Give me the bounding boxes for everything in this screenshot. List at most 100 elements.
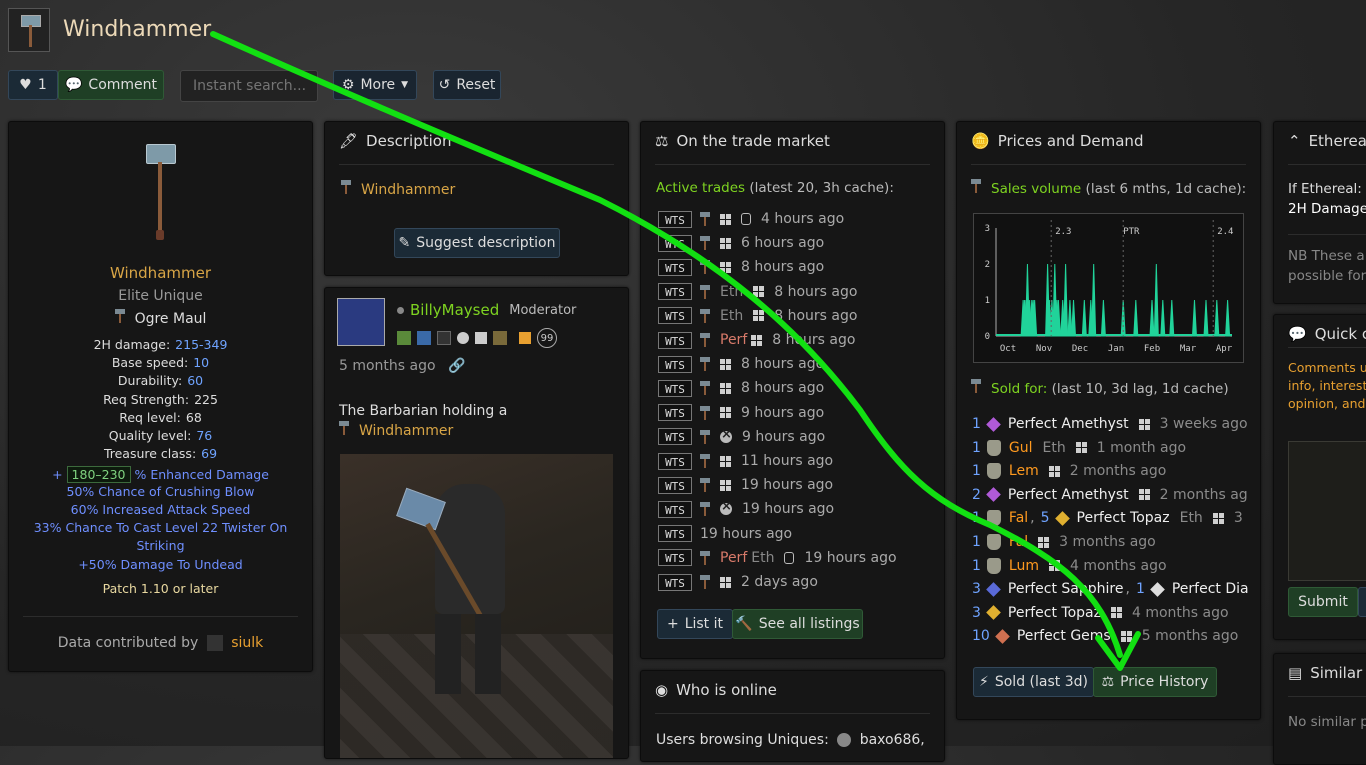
- sold-eth: Eth: [1042, 439, 1066, 456]
- windows-icon: [1212, 512, 1224, 524]
- feather-icon: 🖋: [339, 132, 359, 150]
- trade-row[interactable]: WTS 9 hours ago: [658, 402, 824, 424]
- sold-qty: 5: [1040, 510, 1050, 527]
- list-it-button[interactable]: + List it: [657, 609, 733, 639]
- trade-row[interactable]: WTS 6 hours ago: [658, 232, 824, 254]
- sold-time: 1 month ago: [1096, 439, 1187, 456]
- item-card: Windhammer Elite Unique Ogre Maul + 180–…: [8, 121, 313, 672]
- wts-tag: WTS: [658, 452, 692, 470]
- user-badges: 99: [397, 328, 557, 348]
- contributor-link[interactable]: siulk: [231, 635, 263, 651]
- trade-time: 8 hours ago: [772, 332, 856, 348]
- rune-icon: [986, 463, 1001, 480]
- trade-row[interactable]: WTS 19 hours ago: [658, 474, 833, 496]
- stat-label: Quality level:: [108, 428, 192, 443]
- username-link[interactable]: BillyMaysed: [410, 301, 499, 319]
- sold-item-name: Lem: [1008, 463, 1039, 480]
- switch-icon: [741, 213, 751, 225]
- sold-item-name: Fal: [1008, 534, 1029, 550]
- sold-qty: 1: [972, 439, 981, 456]
- see-all-label: See all listings: [758, 616, 860, 632]
- windows-icon: [720, 237, 731, 249]
- post-item-link[interactable]: Windhammer: [359, 423, 453, 439]
- trade-row[interactable]: WTS 8 hours ago: [658, 353, 824, 375]
- sold-item-name: Perfect Amethyst: [1007, 486, 1129, 503]
- description-item-name[interactable]: Windhammer: [361, 182, 455, 198]
- like-button[interactable]: ♥ 1: [8, 70, 58, 100]
- similar-title-label: Similar: [1310, 664, 1363, 682]
- trade-row[interactable]: WTS Eth 8 hours ago: [658, 305, 857, 327]
- sold-last-3d-button[interactable]: ⚡ Sold (last 3d): [973, 667, 1094, 697]
- sold-row: 1 Fal, 5 Perfect Topaz Eth 3: [972, 510, 1243, 527]
- avatar: [337, 298, 385, 346]
- post-text: The Barbarian holding a Windhammer: [339, 401, 507, 441]
- reset-button[interactable]: ↺ Reset: [433, 70, 501, 100]
- extra-button[interactable]: [1358, 587, 1366, 617]
- trade-time: 9 hours ago: [742, 428, 826, 445]
- mod-line: 33% Chance To Cast Level 22 Twister On: [33, 520, 288, 535]
- comment-button[interactable]: 💬 Comment: [58, 70, 164, 100]
- trade-time: 19 hours ago: [804, 549, 897, 566]
- trade-row[interactable]: WTS 2 days ago: [658, 571, 818, 593]
- windows-icon: [753, 310, 765, 322]
- chevrons-up-icon: ⌃: [1288, 132, 1301, 150]
- price-history-button[interactable]: ⚖ Price History: [1093, 667, 1217, 697]
- sold-qty: 2: [972, 486, 981, 503]
- trade-row[interactable]: WTS 8 hours ago: [658, 377, 824, 399]
- trade-row[interactable]: WTS 19 hours ago: [658, 523, 792, 545]
- hammer-icon: [700, 454, 710, 468]
- contributor-avatar: [206, 635, 223, 651]
- trade-row[interactable]: WTS 9 hours ago: [658, 426, 825, 448]
- post-image: [340, 454, 613, 758]
- trade-time: 8 hours ago: [741, 259, 825, 276]
- description-title: 🖋 Description: [339, 132, 451, 150]
- trade-row[interactable]: WTS 4 hours ago: [658, 208, 844, 230]
- online-title-label: Who is online: [676, 681, 777, 699]
- suggest-label: Suggest description: [416, 235, 556, 251]
- hammer-icon: [700, 575, 710, 589]
- trade-prefix: Perf: [720, 332, 748, 348]
- sold-time: 3: [1233, 510, 1243, 527]
- gem-icon: [986, 581, 1001, 597]
- list-icon: ▤: [1288, 664, 1303, 682]
- sold-qty: 1: [972, 416, 981, 432]
- item-name: Windhammer: [109, 264, 211, 282]
- post-body: The Barbarian holding a: [339, 403, 508, 419]
- trade-row[interactable]: WTS Perf Eth 19 hours ago: [658, 547, 897, 569]
- gem-icon: [994, 629, 1010, 644]
- reset-label: Reset: [456, 77, 496, 93]
- switch-icon: [784, 551, 795, 564]
- submit-button[interactable]: Submit: [1288, 587, 1358, 617]
- contributed-by: Data contributed by siulk: [9, 635, 312, 651]
- sold-item-name: Perfect Amethyst: [1007, 416, 1129, 432]
- windows-icon: [720, 382, 731, 394]
- trade-row[interactable]: WTS Eth 8 hours ago: [658, 281, 857, 303]
- search-input[interactable]: [180, 70, 318, 102]
- gem-icon: [986, 416, 1001, 432]
- trade-row[interactable]: WTS 19 hours ago: [658, 498, 834, 520]
- comment-icon: 💬: [1288, 325, 1307, 343]
- wts-tag: WTS: [658, 379, 692, 397]
- wts-tag: WTS: [658, 355, 692, 373]
- suggest-description-button[interactable]: ✎ Suggest description: [394, 228, 560, 258]
- windows-icon: [1075, 442, 1087, 454]
- wts-tag: WTS: [658, 428, 692, 446]
- trade-time: 4 hours ago: [761, 211, 845, 227]
- link-icon[interactable]: 🔗: [448, 358, 465, 374]
- wts-tag: WTS: [658, 500, 692, 518]
- description-item: Windhammer: [341, 180, 455, 198]
- trade-row[interactable]: WTS 8 hours ago: [658, 256, 824, 278]
- see-all-listings-button[interactable]: 🔨 See all listings: [732, 609, 863, 639]
- sold-eth: Eth: [1179, 510, 1203, 527]
- windows-icon: [720, 576, 731, 588]
- windows-icon: [720, 261, 731, 273]
- quick-notes: Comments us info, interesti opinion, and: [1288, 359, 1366, 413]
- sold-row: 1 Lum 4 months ago: [972, 555, 1167, 577]
- comment-textarea[interactable]: [1288, 441, 1366, 581]
- quick-comment-panel: 💬 Quick c Comments us info, interesti opi…: [1273, 314, 1366, 640]
- trade-row[interactable]: WTS 11 hours ago: [658, 450, 833, 472]
- more-button[interactable]: ⚙ More ▼: [333, 70, 417, 100]
- ethereal-nb1: NB These a: [1288, 248, 1365, 264]
- trade-row[interactable]: WTS Perf 8 hours ago: [658, 329, 855, 351]
- windows-icon: [720, 479, 731, 491]
